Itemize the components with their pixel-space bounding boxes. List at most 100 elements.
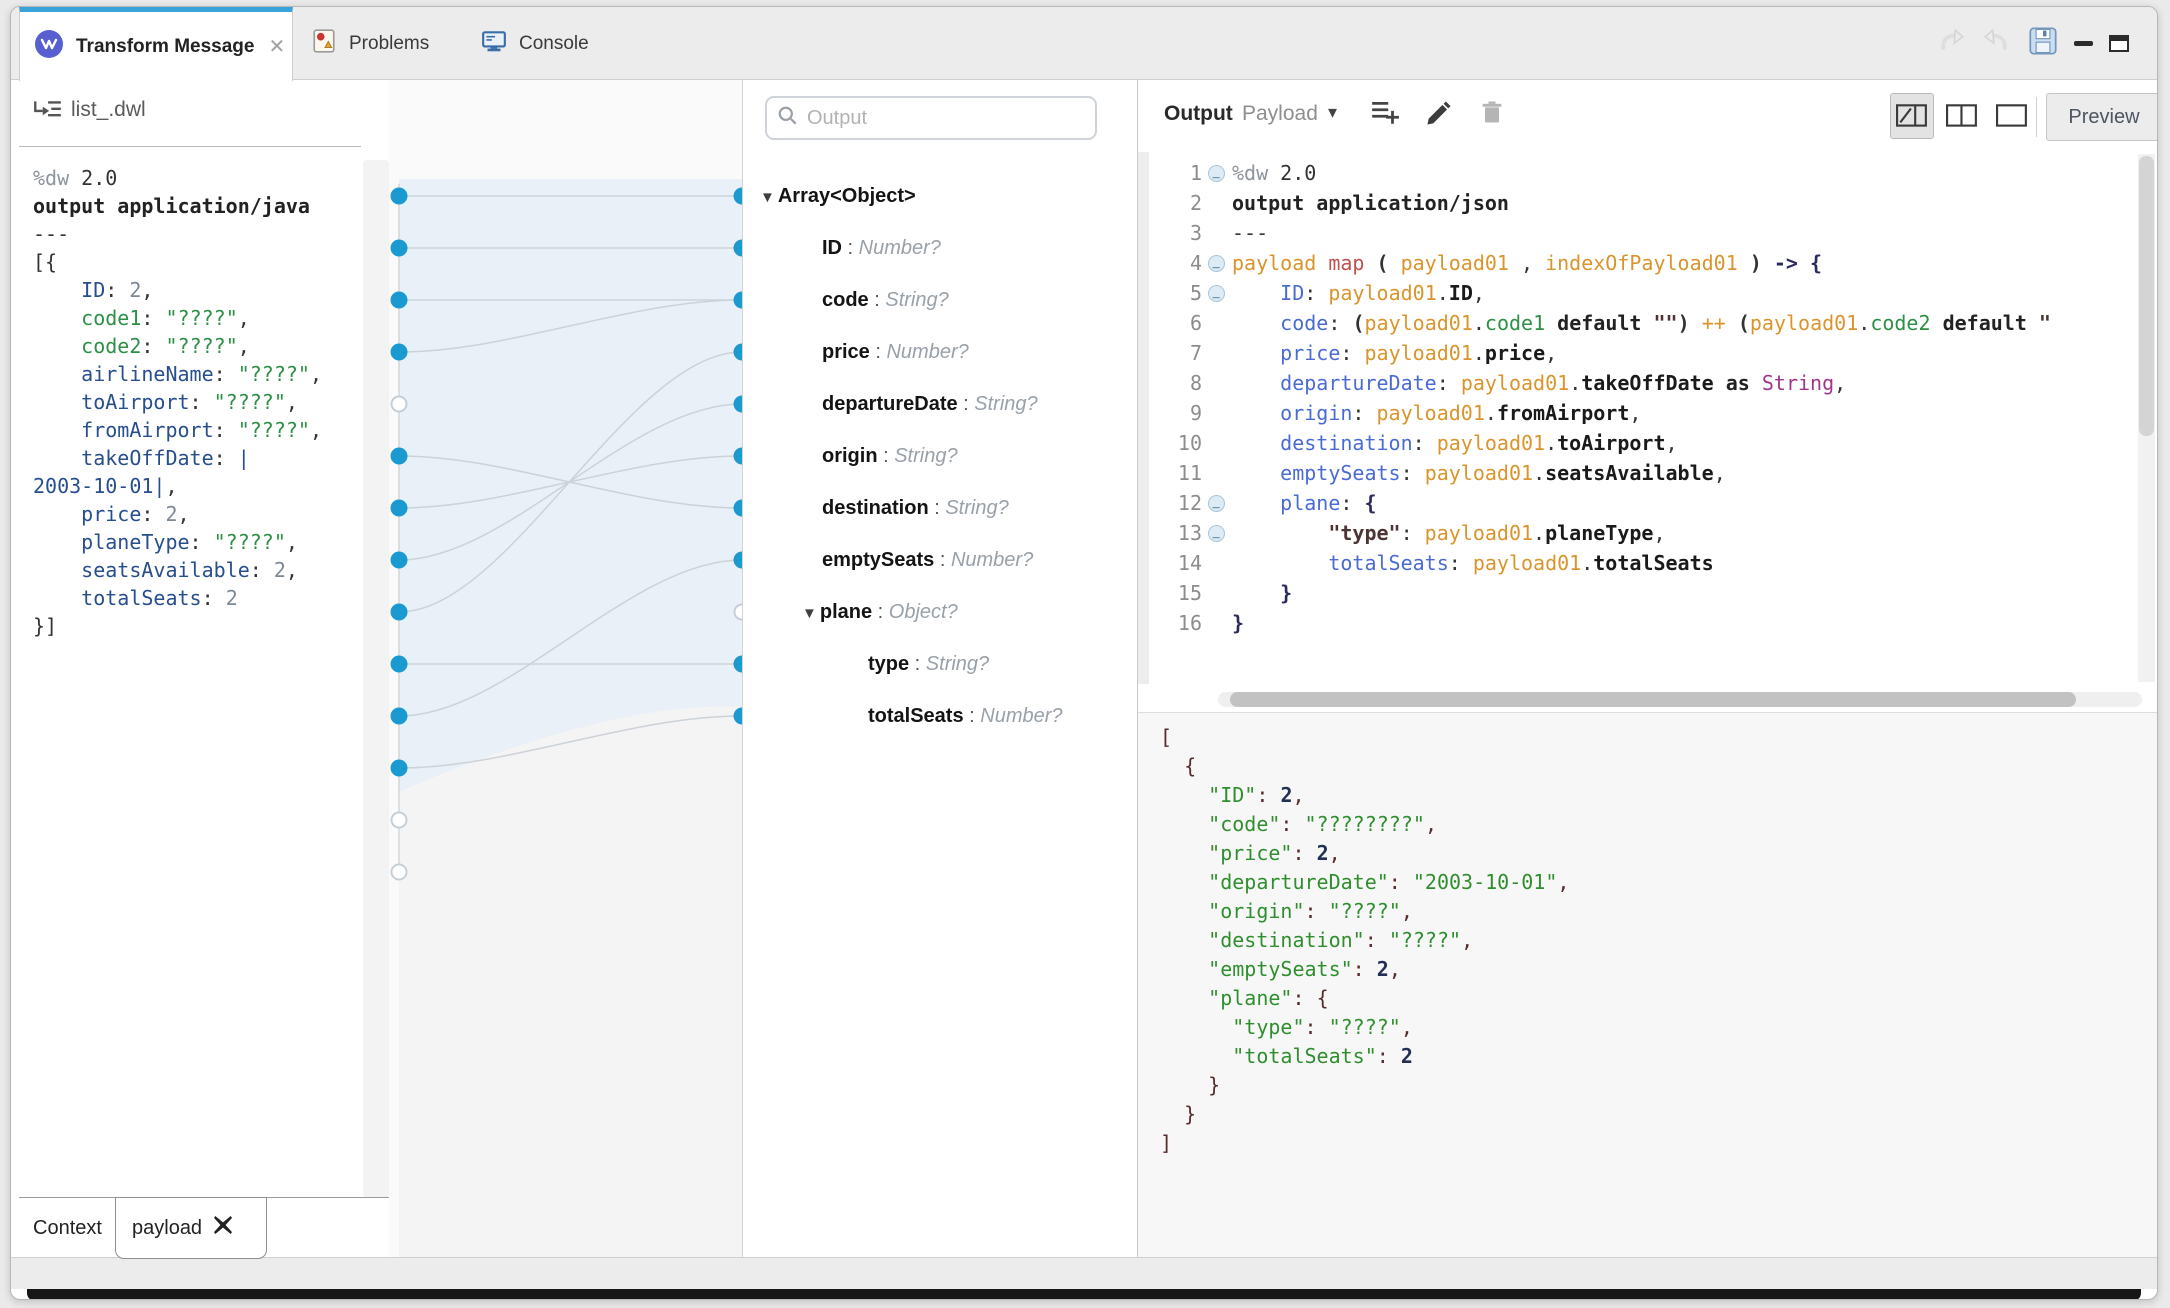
minimize-icon[interactable]: [2074, 41, 2093, 46]
mapping-port-left-airlineName[interactable]: [392, 397, 407, 412]
tree-type: String?: [885, 289, 948, 311]
mapping-port-left-seatsAvailable[interactable]: [391, 708, 408, 725]
expander-icon[interactable]: ▼: [760, 189, 775, 206]
fold-toggle-icon[interactable]: [1206, 278, 1232, 308]
tree-key: type: [868, 653, 909, 675]
token: "type": [1328, 521, 1400, 545]
source-code-editor[interactable]: %dw 2.0output application/java---[{ ID: …: [33, 164, 363, 640]
scrollbar-thumb[interactable]: [1230, 692, 2076, 707]
tree-row-plane[interactable]: ▼plane : Object?: [743, 586, 1133, 638]
token: }]: [33, 614, 57, 638]
line-number: 5: [1138, 278, 1202, 308]
tree-row-code[interactable]: code : String?: [743, 274, 1133, 326]
token: ,: [178, 502, 190, 526]
tree-row-emptyseats[interactable]: emptySeats : Number?: [743, 534, 1133, 586]
tree-type: Number?: [980, 705, 1062, 727]
token: :: [214, 446, 238, 470]
mapping-port-left-takeOffDate[interactable]: [391, 552, 408, 569]
fold-spacer: [1206, 188, 1232, 218]
mapping-port-left-code1[interactable]: [391, 292, 408, 309]
mapping-port-left-fromAirport[interactable]: [391, 500, 408, 517]
token: 2003-10-01|: [33, 474, 165, 498]
source-scrollbar[interactable]: [363, 160, 389, 1198]
mapping-port-left-toAirport[interactable]: [391, 448, 408, 465]
token: {: [1317, 986, 1329, 1010]
mapping-port-left-code2[interactable]: [391, 344, 408, 361]
token: :: [1365, 928, 1389, 952]
tree-row-type[interactable]: type : String?: [743, 638, 1133, 690]
fold-spacer: [1206, 608, 1232, 638]
tree-row-price[interactable]: price : Number?: [743, 326, 1133, 378]
tab-problems[interactable]: Problems: [303, 7, 429, 80]
redo-icon[interactable]: [1982, 27, 2012, 60]
dataweave-code-editor[interactable]: 1%dw 2.02output application/json3---4pay…: [1138, 152, 2138, 684]
token: 2: [1377, 957, 1389, 981]
token: ,: [141, 278, 153, 302]
editor-code: "type": payload01.planeType,: [1232, 518, 2138, 548]
fold-toggle-icon[interactable]: [1206, 248, 1232, 278]
preview-button[interactable]: Preview: [2046, 93, 2158, 141]
close-icon[interactable]: ✕: [268, 34, 285, 59]
tab-console[interactable]: Console: [473, 7, 589, 80]
mapping-port-left-ID[interactable]: [391, 240, 408, 257]
tree-key: totalSeats: [868, 705, 964, 727]
view-single-button[interactable]: [1990, 93, 2034, 139]
token: "": [1654, 311, 1678, 335]
fold-toggle-icon[interactable]: [1206, 518, 1232, 548]
tree-row-destination[interactable]: destination : String?: [743, 482, 1133, 534]
token: origin: [1280, 401, 1352, 425]
save-icon[interactable]: [2028, 26, 2058, 61]
editor-code: ID: payload01.ID,: [1232, 278, 2138, 308]
mapping-highlight-band: [399, 179, 742, 792]
scrollbar-thumb[interactable]: [2139, 156, 2154, 436]
tree-row-origin[interactable]: origin : String?: [743, 430, 1133, 482]
token: [1726, 311, 1738, 335]
mapping-port-left-totalSeats[interactable]: [391, 760, 408, 777]
chevron-down-icon[interactable]: ▾: [1328, 102, 1337, 123]
preview-line: "departureDate": "2003-10-01",: [1160, 868, 1569, 897]
tree-row-id[interactable]: ID : Number?: [743, 222, 1133, 274]
token: [1160, 957, 1208, 981]
horizontal-scrollbar[interactable]: [1218, 692, 2142, 707]
vertical-scrollbar[interactable]: [2138, 154, 2155, 682]
undo-icon[interactable]: [1936, 27, 1966, 60]
tree-row-arrayobject[interactable]: ▼Array<Object>: [743, 170, 1133, 222]
token: application/json: [1304, 191, 1509, 215]
line-number: 16: [1138, 608, 1202, 638]
mapping-port-left-root[interactable]: [391, 188, 408, 205]
tab-payload[interactable]: payload: [115, 1197, 267, 1259]
script-panel-header: Output Payload ▾: [1138, 80, 2157, 152]
fold-spacer: [1206, 548, 1232, 578]
mapping-port-left-unmapped-2[interactable]: [392, 865, 407, 880]
expander-icon[interactable]: ▼: [802, 605, 817, 622]
add-transform-icon[interactable]: [1370, 98, 1400, 133]
mapping-port-left-planeType[interactable]: [391, 656, 408, 673]
editor-line: 15 }: [1138, 578, 2138, 608]
token: :: [190, 390, 214, 414]
payload-selector[interactable]: Payload: [1242, 102, 1318, 126]
token: :: [1328, 311, 1352, 335]
token: [1232, 461, 1280, 485]
line-number: 1: [1138, 158, 1202, 188]
delete-icon[interactable]: [1478, 98, 1506, 131]
tree-row-totalseats[interactable]: totalSeats : Number?: [743, 690, 1133, 742]
edit-icon[interactable]: [1424, 98, 1454, 133]
fold-toggle-icon[interactable]: [1206, 488, 1232, 518]
tree-search-input[interactable]: Output: [765, 96, 1097, 140]
mapping-port-left-unmapped-1[interactable]: [392, 813, 407, 828]
maximize-icon[interactable]: [2109, 35, 2129, 52]
view-source-only-button[interactable]: [1890, 93, 1934, 139]
tree-row-departuredate[interactable]: departureDate : String?: [743, 378, 1133, 430]
view-split-button[interactable]: [1940, 93, 1984, 139]
mapping-port-left-price[interactable]: [391, 604, 408, 621]
fold-toggle-icon[interactable]: [1206, 158, 1232, 188]
token: ,: [286, 390, 298, 414]
mapping-canvas[interactable]: [389, 80, 742, 1257]
token: 2: [226, 586, 238, 610]
token: }: [1232, 611, 1244, 635]
tab-label: Problems: [349, 33, 429, 55]
token: "totalSeats": [1232, 1044, 1377, 1068]
tab-context[interactable]: Context: [33, 1202, 102, 1254]
token: .: [1473, 311, 1485, 335]
tab-transform-message[interactable]: Transform Message ✕: [19, 7, 293, 81]
